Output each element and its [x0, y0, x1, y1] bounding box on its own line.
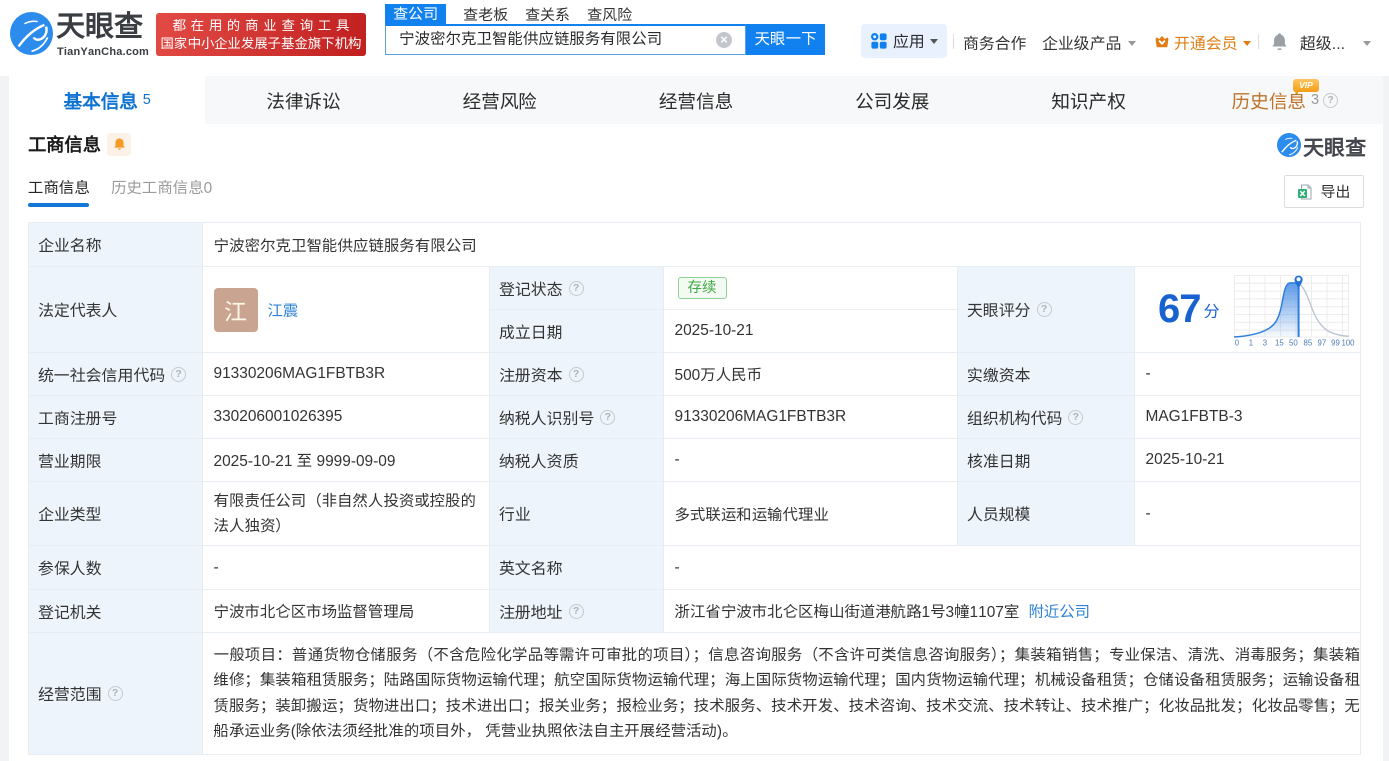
svg-text:15: 15	[1275, 339, 1284, 348]
svg-text:50: 50	[1289, 339, 1298, 348]
svg-text:97: 97	[1317, 339, 1326, 348]
svg-text:0: 0	[1234, 339, 1239, 348]
svg-text:85: 85	[1303, 339, 1312, 348]
svg-text:99: 99	[1331, 339, 1340, 348]
svg-text:100: 100	[1341, 339, 1355, 348]
svg-text:3: 3	[1262, 339, 1266, 348]
svg-text:1: 1	[1248, 339, 1252, 348]
